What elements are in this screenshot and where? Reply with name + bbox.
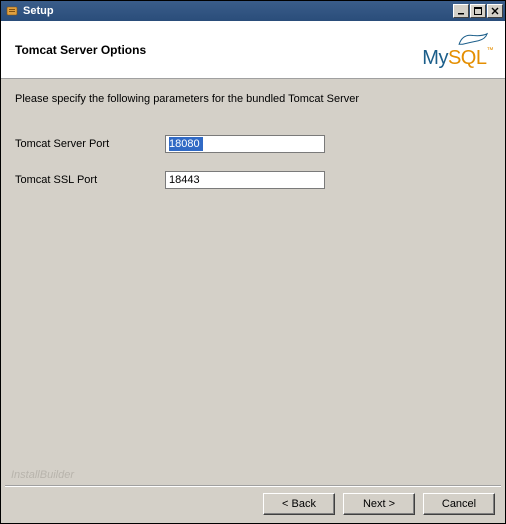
label-server-port: Tomcat Server Port <box>15 138 165 150</box>
dolphin-icon <box>455 32 493 46</box>
instruction-text: Please specify the following parameters … <box>15 93 491 105</box>
next-button[interactable]: Next > <box>343 493 415 515</box>
button-row: < Back Next > Cancel <box>263 493 495 515</box>
window-title: Setup <box>23 5 452 17</box>
label-ssl-port: Tomcat SSL Port <box>15 174 165 186</box>
logo-sql: SQL <box>448 47 487 69</box>
input-server-port[interactable]: 18080 <box>165 135 325 153</box>
mysql-logo: MySQL™ <box>422 30 493 70</box>
header-panel: Tomcat Server Options MySQL™ <box>1 21 505 79</box>
form-row-server-port: Tomcat Server Port 18080 <box>15 135 491 153</box>
input-server-port-value: 18080 <box>169 137 203 151</box>
page-title: Tomcat Server Options <box>15 43 146 57</box>
minimize-button[interactable] <box>453 4 469 18</box>
logo-tm: ™ <box>487 47 494 54</box>
setup-window: Setup Tomcat Server Options MySQL™ Pleas… <box>0 0 506 524</box>
input-ssl-port[interactable] <box>165 171 325 189</box>
footer-brand: InstallBuilder <box>11 469 74 481</box>
app-icon <box>5 4 19 18</box>
titlebar: Setup <box>1 1 505 21</box>
footer-separator <box>5 485 501 487</box>
close-button[interactable] <box>487 4 503 18</box>
content-area: Please specify the following parameters … <box>1 79 505 523</box>
form-row-ssl-port: Tomcat SSL Port <box>15 171 491 189</box>
back-button[interactable]: < Back <box>263 493 335 515</box>
logo-my: My <box>422 47 448 69</box>
maximize-button[interactable] <box>470 4 486 18</box>
window-controls <box>452 4 503 18</box>
cancel-button[interactable]: Cancel <box>423 493 495 515</box>
